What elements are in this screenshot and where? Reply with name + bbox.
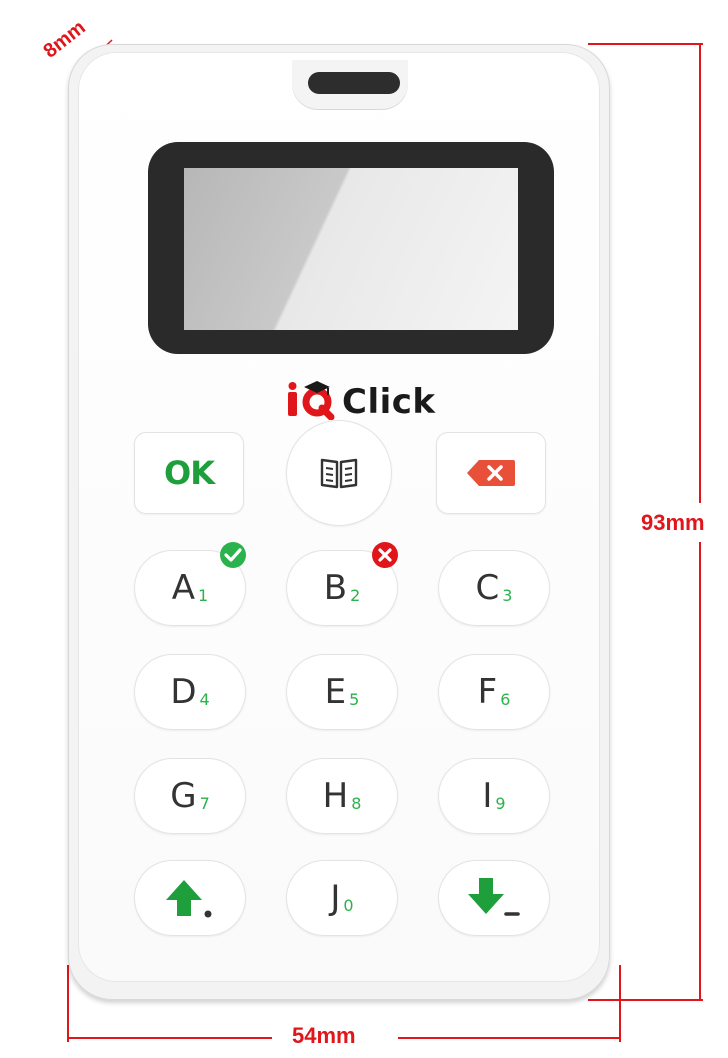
key-b-digit: 2: [350, 585, 361, 605]
key-e[interactable]: E 5: [286, 654, 398, 730]
key-j-letter: J: [330, 878, 341, 918]
key-c-digit: 3: [502, 585, 513, 605]
iq-logo-icon: [288, 381, 335, 420]
key-up[interactable]: [134, 860, 246, 936]
height-label: 93mm: [641, 510, 705, 535]
key-g-letter: G: [170, 776, 197, 816]
key-g-digit: 7: [199, 793, 210, 813]
book-button[interactable]: [286, 420, 392, 526]
key-f-letter: F: [477, 672, 498, 712]
delete-button[interactable]: [436, 432, 546, 514]
key-e-letter: E: [324, 672, 347, 712]
clicker-device: Click OK A 1 B 2 C 3 D 4 E 5 F 6 G 7 H 8…: [68, 44, 610, 1000]
arrow-down-icon: [468, 878, 520, 916]
key-f[interactable]: F 6: [438, 654, 550, 730]
key-b[interactable]: B 2: [286, 542, 398, 626]
lanyard-slot: [308, 72, 400, 94]
key-a-digit: 1: [198, 585, 209, 605]
key-j-digit: 0: [343, 895, 354, 915]
key-i-digit: 9: [495, 793, 506, 813]
width-label: 54mm: [292, 1023, 356, 1048]
screen-bezel: [148, 142, 554, 354]
key-h-letter: H: [322, 776, 349, 816]
key-i-letter: I: [482, 776, 493, 816]
key-d[interactable]: D 4: [134, 654, 246, 730]
brand-logo: Click: [284, 380, 444, 422]
key-down[interactable]: [438, 860, 550, 936]
arrow-up-icon: [166, 880, 212, 918]
key-f-digit: 6: [500, 689, 511, 709]
book-icon: [320, 458, 358, 489]
key-c[interactable]: C 3: [438, 550, 550, 626]
backspace-icon: [467, 460, 515, 486]
key-d-letter: D: [170, 672, 197, 712]
key-a-letter: A: [171, 568, 196, 608]
x-circle-icon: [372, 542, 398, 568]
lcd-screen: [184, 168, 518, 330]
ok-button[interactable]: OK: [134, 432, 244, 514]
key-d-digit: 4: [199, 689, 210, 709]
key-b-letter: B: [323, 568, 348, 608]
key-c-letter: C: [475, 568, 500, 608]
key-e-digit: 5: [349, 689, 360, 709]
key-i[interactable]: I 9: [438, 758, 550, 834]
device-face: Click OK A 1 B 2 C 3 D 4 E 5 F 6 G 7 H 8…: [78, 52, 600, 982]
key-h-digit: 8: [351, 793, 362, 813]
key-g[interactable]: G 7: [134, 758, 246, 834]
logo-text: Click: [342, 382, 436, 422]
key-a[interactable]: A 1: [134, 542, 246, 626]
key-h[interactable]: H 8: [286, 758, 398, 834]
ok-label: OK: [164, 454, 215, 492]
check-circle-icon: [220, 542, 246, 568]
key-j[interactable]: J 0: [286, 860, 398, 936]
